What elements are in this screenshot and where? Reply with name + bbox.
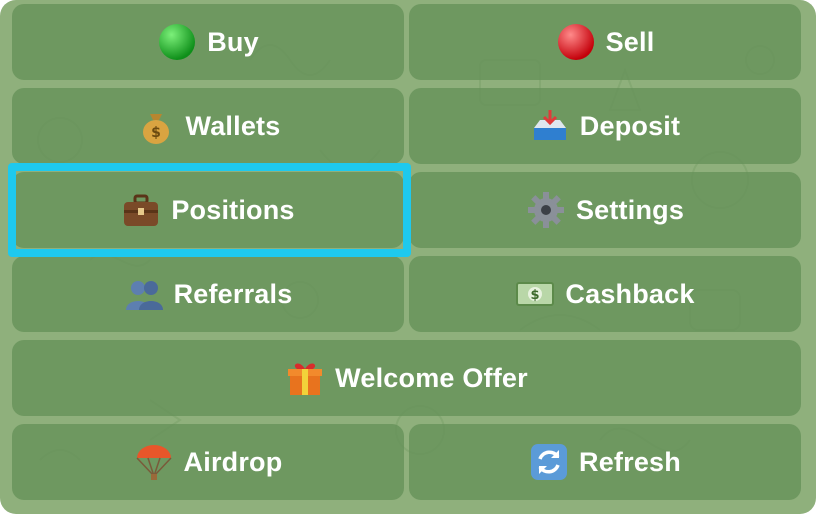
parachute-icon	[134, 442, 174, 482]
airdrop-label: Airdrop	[183, 446, 283, 477]
briefcase-icon	[121, 190, 161, 230]
svg-text:$: $	[531, 288, 540, 303]
buy-button[interactable]: Buy	[12, 4, 404, 80]
deposit-label: Deposit	[579, 110, 681, 141]
referrals-button[interactable]: Referrals	[12, 256, 404, 332]
red-circle-icon	[556, 22, 596, 62]
busts-icon	[124, 274, 164, 314]
gift-icon	[285, 358, 325, 398]
sell-label: Sell	[605, 26, 655, 57]
airdrop-button[interactable]: Airdrop	[12, 424, 404, 500]
svg-text:$: $	[151, 125, 161, 141]
positions-label: Positions	[171, 194, 295, 225]
cashback-label: Cashback	[565, 278, 695, 309]
green-circle-icon	[157, 22, 197, 62]
deposit-button[interactable]: Deposit	[409, 88, 801, 164]
settings-label: Settings	[575, 194, 685, 225]
welcome-offer-button[interactable]: Welcome Offer	[12, 340, 801, 416]
sell-button[interactable]: Sell	[409, 4, 801, 80]
refresh-icon	[529, 442, 569, 482]
wallets-button[interactable]: $ Wallets	[12, 88, 404, 164]
refresh-button[interactable]: Refresh	[409, 424, 801, 500]
wallets-label: Wallets	[185, 110, 281, 141]
gear-icon	[526, 190, 566, 230]
inbox-tray-icon	[530, 106, 570, 146]
buy-label: Buy	[207, 26, 259, 57]
cashback-button[interactable]: $ Cashback	[409, 256, 801, 332]
positions-button[interactable]: Positions	[12, 172, 404, 248]
welcome-offer-label: Welcome Offer	[335, 362, 528, 393]
refresh-label: Refresh	[579, 446, 681, 477]
money-bag-icon: $	[136, 106, 176, 146]
referrals-label: Referrals	[173, 278, 293, 309]
keyboard-panel: Buy Sell $ Wallets Deposit Positions Set…	[0, 0, 816, 514]
dollar-banknote-icon: $	[515, 274, 555, 314]
settings-button[interactable]: Settings	[409, 172, 801, 248]
